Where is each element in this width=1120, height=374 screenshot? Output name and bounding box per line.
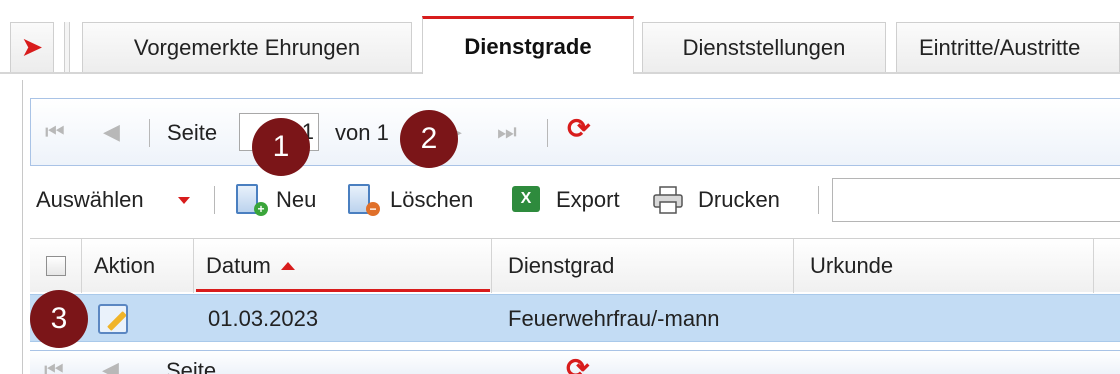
arrow-left-icon: ➤ (21, 33, 43, 61)
refresh-icon[interactable]: ⟳ (566, 355, 589, 374)
page-count-label: von 1 (335, 120, 389, 145)
select-all-checkbox[interactable] (45, 256, 66, 276)
search-input[interactable] (832, 178, 1120, 222)
edit-icon[interactable] (98, 304, 128, 334)
callout-marker-3: 3 (30, 290, 88, 348)
page-label: Seite (167, 120, 218, 145)
column-header-label: Urkunde (810, 253, 894, 278)
toolbar-separator (149, 119, 150, 147)
minus-icon: − (366, 202, 380, 216)
select-all-cell (30, 239, 82, 293)
grid-header: Aktion Datum Dienstgrad Urkunde (30, 238, 1120, 293)
export-button[interactable]: Export (556, 187, 620, 213)
first-page-icon[interactable]: ⏮ (44, 359, 64, 374)
excel-icon: X (512, 186, 540, 212)
page-label: Seite (166, 358, 217, 374)
first-page-icon[interactable]: ⏮ (45, 121, 65, 143)
chevron-down-icon (178, 197, 190, 204)
toolbar-separator (214, 186, 215, 214)
column-header-label: Datum (206, 253, 271, 278)
tab-strip: ➤ Vorgemerkte Ehrungen Dienstgrade Diens… (0, 0, 1120, 74)
column-header-aktion[interactable]: Aktion (82, 239, 194, 293)
tab-dienstgrade[interactable]: Dienstgrade (422, 16, 634, 74)
tab-label: Vorgemerkte Ehrungen (133, 34, 361, 60)
callout-marker-1: 1 (252, 118, 310, 176)
cell-datum: 01.03.2023 (208, 306, 319, 331)
prev-page-icon[interactable]: ◀ (103, 121, 120, 143)
new-button[interactable]: Neu (276, 187, 316, 213)
delete-button[interactable]: Löschen (390, 187, 473, 213)
paging-toolbar: ⏮ ◀ Seite von 1 ▶ ⏭ ⟳ (30, 98, 1120, 166)
refresh-icon[interactable]: ⟳ (567, 115, 590, 143)
print-button[interactable]: Drucken (698, 187, 780, 213)
sorted-column-indicator (196, 289, 490, 292)
tab-label: Dienstgrade (464, 33, 592, 59)
select-menu-button[interactable]: Auswählen (36, 187, 144, 213)
tab-label: Eintritte/Austritte (919, 34, 1081, 60)
sort-ascending-icon (280, 262, 295, 270)
plus-icon: + (254, 202, 268, 216)
toolbar-separator (818, 186, 819, 214)
pencil-icon (107, 311, 126, 331)
tab-dienststellungen[interactable]: Dienststellungen (642, 22, 886, 72)
last-page-icon[interactable]: ⏭ (497, 121, 517, 143)
cell-urkunde (810, 295, 1090, 343)
tab-vorgemerkte-ehrungen[interactable]: Vorgemerkte Ehrungen (82, 22, 412, 72)
printer-icon (653, 186, 683, 214)
back-button[interactable]: ➤ (10, 22, 54, 72)
column-header-datum[interactable]: Datum (194, 239, 492, 293)
cell-dienstgrad: Feuerwehrfrau/-mann (508, 306, 720, 331)
callout-marker-2: 2 (400, 110, 458, 168)
toolbar-separator (547, 119, 548, 147)
column-header-urkunde[interactable]: Urkunde (794, 239, 1094, 293)
column-header-label: Dienstgrad (508, 253, 615, 278)
tab-eintritte-austritte[interactable]: Eintritte/Austritte (896, 22, 1120, 72)
column-header-dienstgrad[interactable]: Dienstgrad (492, 239, 794, 293)
prev-page-icon[interactable]: ◀ (102, 359, 119, 374)
tab-separator (64, 22, 70, 72)
table-row[interactable]: 01.03.2023 Feuerwehrfrau/-mann (30, 294, 1120, 342)
tab-label: Dienststellungen (682, 34, 846, 60)
column-header-label: Aktion (94, 253, 156, 278)
bottom-paging-toolbar: ⏮ ◀ Seite ⟳ (30, 350, 1120, 374)
